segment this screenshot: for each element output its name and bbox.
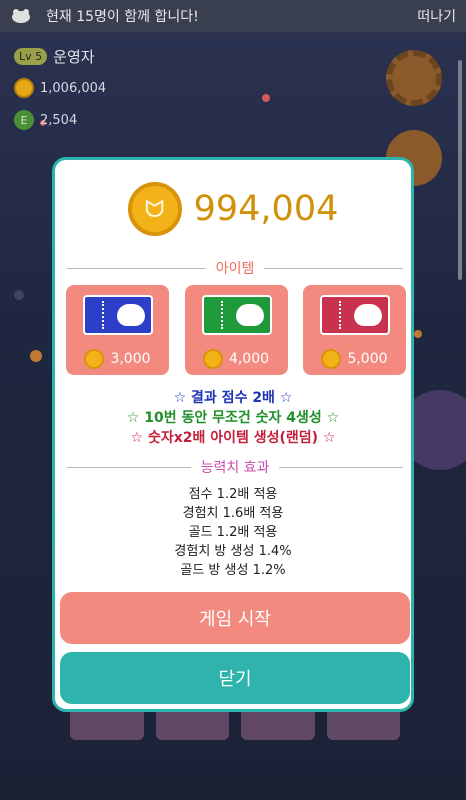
item-price: 4,000 (185, 349, 288, 369)
item-price-value: 4,000 (228, 351, 270, 367)
effect-line: ☆ 결과 점수 2배 ☆ (173, 390, 293, 406)
start-game-button[interactable]: 게임 시작 (60, 592, 410, 644)
exp-icon: E (14, 110, 34, 130)
item-price-value: 3,000 (110, 351, 151, 367)
item-card-x2-item[interactable]: 5,000 (303, 285, 406, 375)
stat-line: 경험치 방 생성 1.4% (174, 544, 292, 559)
items-section-title: 아이템 (67, 258, 404, 278)
close-button[interactable]: 닫기 (60, 652, 410, 704)
ticket-cloud-icon (320, 295, 390, 335)
item-price-value: 5,000 (347, 351, 388, 367)
stats-title: 능력치 효과 (200, 460, 270, 476)
coin-balance: ᗢ 994,004 (55, 182, 411, 236)
coin-icon (321, 349, 342, 369)
effect-line: ☆ 숫자x2배 아이템 생성(랜덤) ☆ (130, 430, 336, 446)
items-title: 아이템 (215, 261, 255, 277)
item-price: 5,000 (303, 349, 406, 369)
stat-line: 경험치 1.6배 적용 (182, 506, 284, 521)
stat-line: 골드 1.2배 적용 (188, 525, 278, 540)
background-star (262, 94, 270, 102)
background-star (414, 330, 422, 338)
stat-line: 점수 1.2배 적용 (188, 487, 278, 502)
item-card-score-double[interactable]: 3,000 (66, 285, 169, 375)
app-logo-icon (12, 9, 30, 23)
level-badge: Lv 5 (14, 47, 48, 65)
background-star (14, 290, 24, 300)
online-users-message: 현재 15명이 함께 합니다! (46, 9, 199, 25)
leave-button[interactable]: 떠나기 (417, 6, 456, 26)
top-status-bar: 현재 15명이 함께 합니다! 떠나기 (0, 0, 466, 32)
player-profile: Lv 5 운영자 1,006,004 E 2,504 (14, 40, 106, 136)
coin-icon (84, 349, 105, 369)
background-star (30, 350, 42, 362)
settings-gear-icon[interactable] (386, 50, 442, 106)
ticket-bear-icon (201, 295, 272, 335)
player-exp: 2,504 (40, 112, 78, 128)
item-list: 3,000 4,000 5,000 (66, 285, 406, 375)
effect-line: ☆ 10번 동안 무조건 숫자 4생성 ☆ (126, 410, 340, 426)
coin-icon (14, 78, 34, 98)
player-coins: 1,006,004 (40, 80, 107, 96)
player-name: 운영자 (53, 47, 95, 66)
item-purchase-dialog: ᗢ 994,004 아이템 3,000 4,000 5,000 ☆ 결과 점수 … (52, 157, 414, 712)
coin-amount: 994,004 (193, 189, 339, 229)
coin-icon (202, 349, 223, 369)
stats-section-title: 능력치 효과 (67, 457, 404, 477)
ticket-cloud-icon (83, 295, 153, 335)
stat-line: 골드 방 생성 1.2% (180, 563, 286, 578)
stats-list: 점수 1.2배 적용 경험치 1.6배 적용 골드 1.2배 적용 경험치 방 … (55, 485, 411, 580)
item-price: 3,000 (66, 349, 169, 369)
scrollbar[interactable] (458, 60, 462, 280)
bunny-coin-icon: ᗢ (127, 182, 182, 236)
item-effects: ☆ 결과 점수 2배 ☆ ☆ 10번 동안 무조건 숫자 4생성 ☆ ☆ 숫자x… (55, 388, 411, 448)
item-card-number-four[interactable]: 4,000 (184, 285, 288, 375)
